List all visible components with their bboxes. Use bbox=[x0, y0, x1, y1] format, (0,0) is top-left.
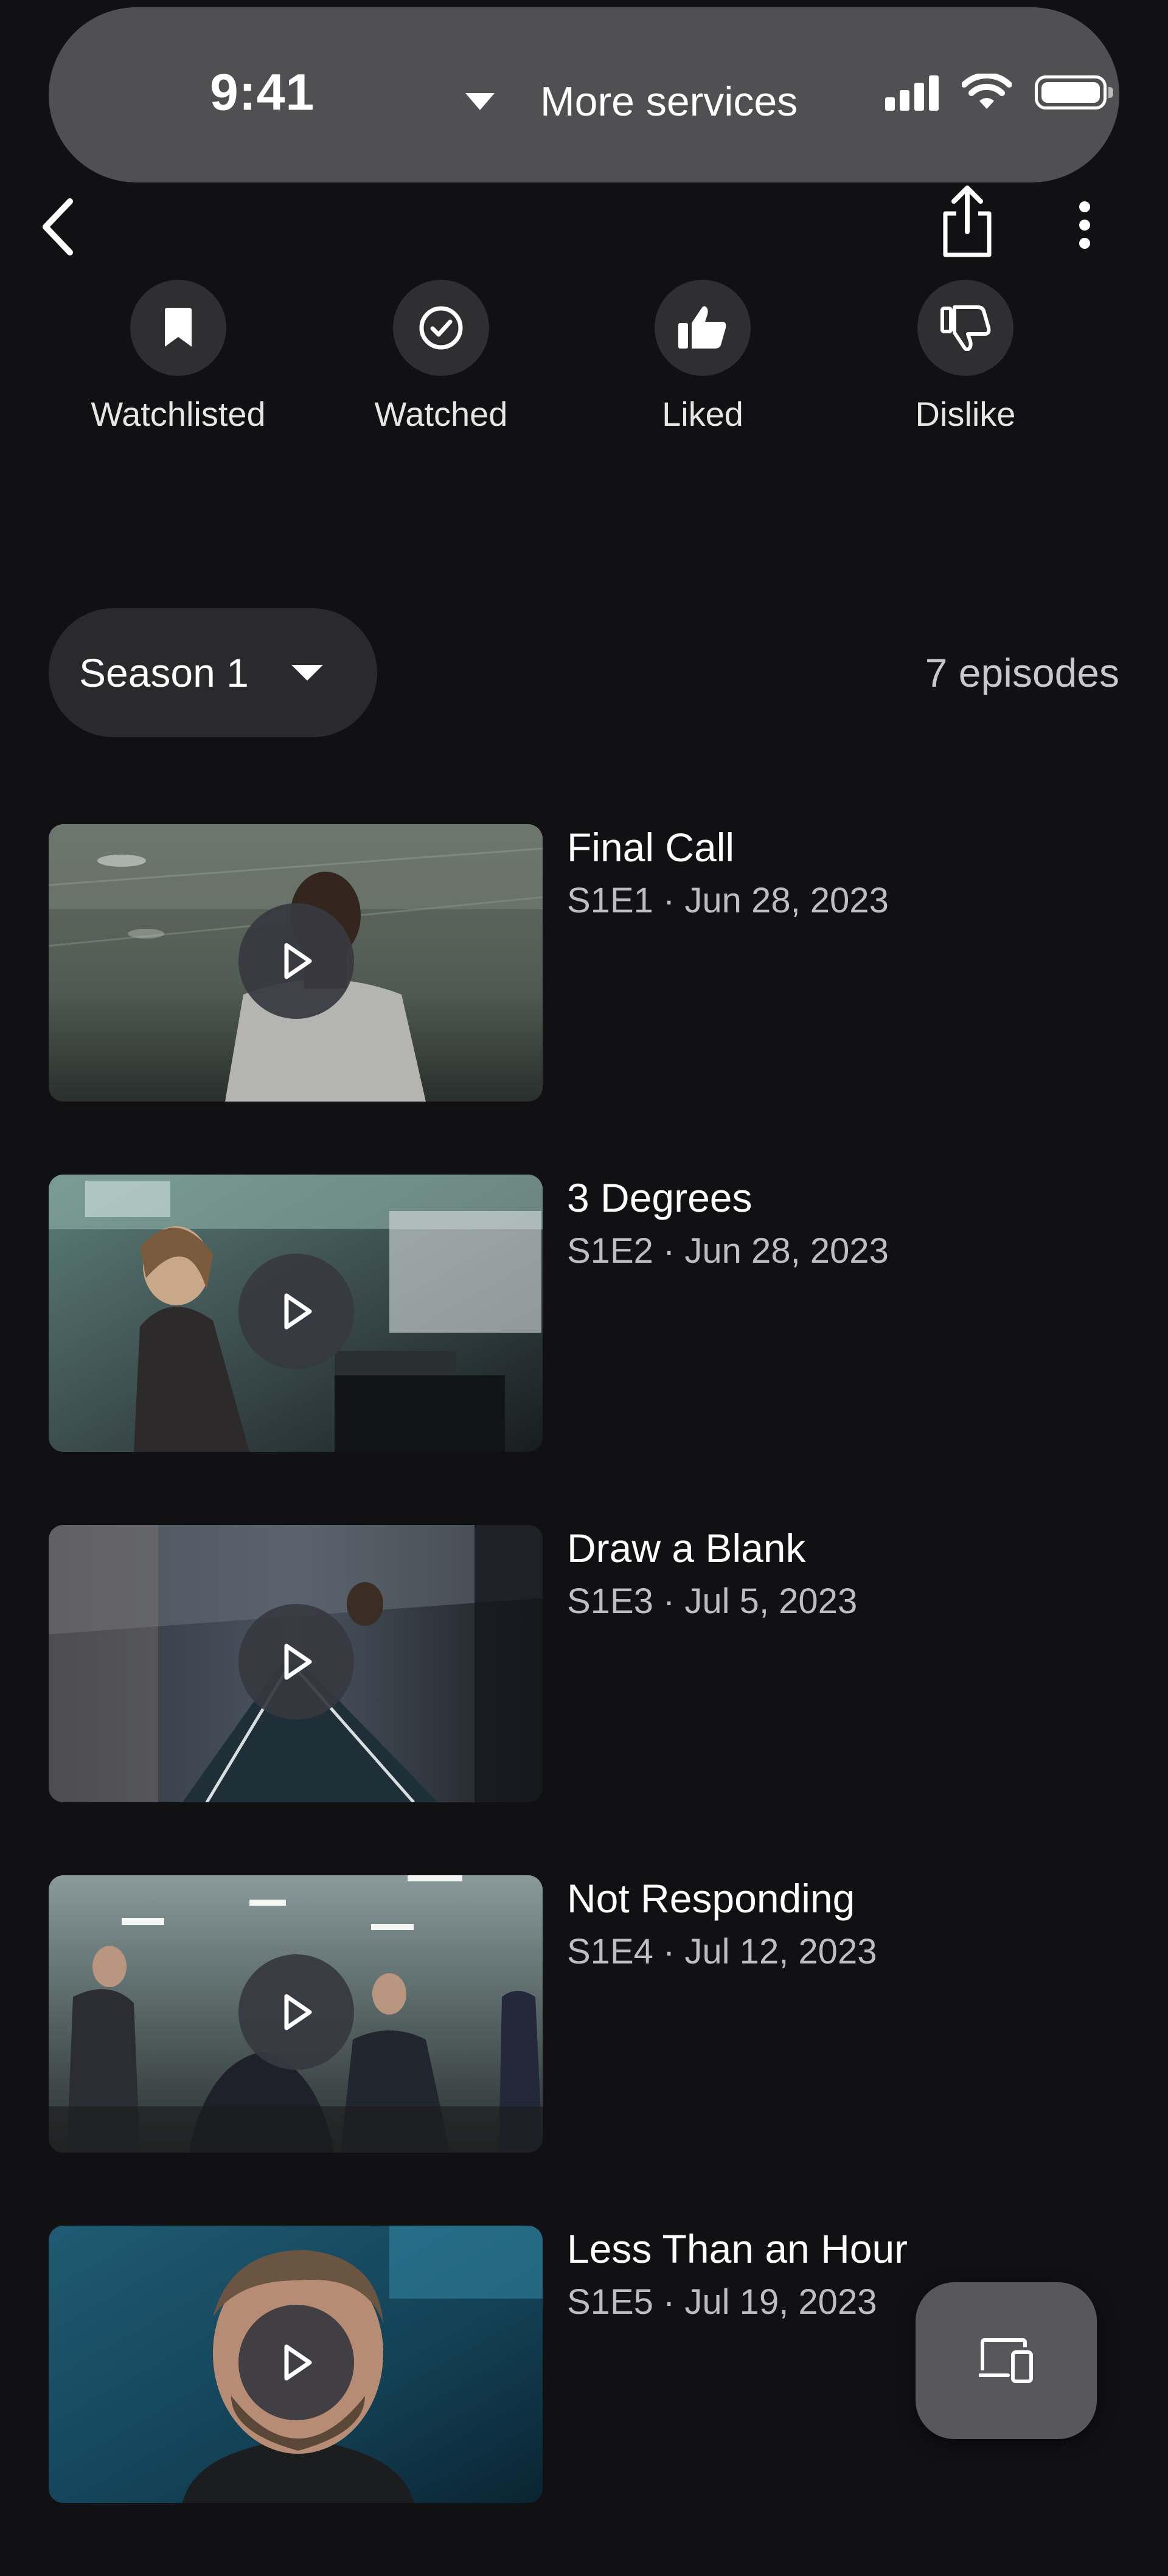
wifi-icon bbox=[962, 74, 1012, 109]
status-icons bbox=[885, 74, 1113, 111]
battery-icon bbox=[1035, 75, 1113, 109]
caret-down-icon bbox=[465, 93, 495, 110]
episode-meta: S1E2 · Jun 28, 2023 bbox=[567, 1231, 889, 1271]
play-icon bbox=[284, 943, 312, 979]
action-circle bbox=[130, 280, 226, 376]
play-icon bbox=[284, 1293, 312, 1330]
share-icon bbox=[943, 185, 992, 257]
episode-thumbnail[interactable] bbox=[49, 1175, 543, 1452]
episode-title[interactable]: Less Than an Hour bbox=[567, 2226, 908, 2272]
watched-label: Watched bbox=[374, 395, 508, 433]
play-button[interactable] bbox=[238, 2305, 354, 2420]
play-button[interactable] bbox=[238, 1954, 354, 2070]
action-circle bbox=[393, 280, 489, 376]
bookmark-icon bbox=[165, 308, 192, 347]
episode-count: 7 episodes bbox=[925, 650, 1119, 695]
episode-thumbnail[interactable] bbox=[49, 1875, 543, 2153]
episode-title[interactable]: Draw a Blank bbox=[567, 1525, 806, 1571]
play-icon bbox=[284, 1994, 312, 2030]
more-services-label: More services bbox=[540, 78, 798, 125]
cast-devices-button[interactable] bbox=[916, 2282, 1097, 2439]
more-vertical-icon bbox=[1079, 201, 1090, 249]
episode-item[interactable]: Not Responding S1E4 · Jul 12, 2023 bbox=[49, 1875, 1119, 2153]
check-circle-icon bbox=[419, 306, 463, 350]
play-button[interactable] bbox=[238, 1604, 354, 1720]
episode-meta: S1E5 · Jul 19, 2023 bbox=[567, 2282, 877, 2322]
episode-meta: S1E1 · Jun 28, 2023 bbox=[567, 881, 889, 920]
episode-thumbnail[interactable] bbox=[49, 2226, 543, 2503]
play-icon bbox=[284, 2344, 312, 2381]
caret-down-icon bbox=[291, 665, 323, 681]
chevron-left-icon bbox=[43, 198, 73, 255]
dislike-button[interactable]: Dislike bbox=[865, 280, 1066, 434]
season-label: Season 1 bbox=[79, 650, 249, 695]
episode-item[interactable]: Draw a Blank S1E3 · Jul 5, 2023 bbox=[49, 1525, 1119, 1802]
episode-thumbnail[interactable] bbox=[49, 824, 543, 1102]
play-icon bbox=[284, 1644, 312, 1680]
play-button[interactable] bbox=[238, 1254, 354, 1369]
status-time: 9:41 bbox=[210, 63, 315, 121]
episode-item[interactable]: Final Call S1E1 · Jun 28, 2023 bbox=[49, 824, 1119, 1102]
share-button[interactable] bbox=[931, 179, 1004, 265]
action-row: Watchlisted Watched Liked Dislike bbox=[0, 280, 1168, 444]
more-options-button[interactable] bbox=[1055, 195, 1114, 255]
episode-thumbnail[interactable] bbox=[49, 1525, 543, 1802]
season-selector[interactable]: Season 1 bbox=[49, 608, 377, 737]
more-services-dropdown[interactable]: More services bbox=[465, 78, 798, 125]
watched-button[interactable]: Watched bbox=[341, 280, 541, 434]
episode-item[interactable]: 3 Degrees S1E2 · Jun 28, 2023 bbox=[49, 1175, 1119, 1452]
cellular-signal-icon bbox=[885, 74, 939, 111]
liked-label: Liked bbox=[662, 395, 743, 433]
episode-meta: S1E3 · Jul 5, 2023 bbox=[567, 1581, 858, 1621]
dislike-label: Dislike bbox=[915, 395, 1016, 433]
thumbs-down-icon bbox=[940, 305, 991, 351]
action-circle bbox=[655, 280, 751, 376]
back-button[interactable] bbox=[24, 193, 91, 260]
episode-title[interactable]: Final Call bbox=[567, 824, 734, 870]
liked-button[interactable]: Liked bbox=[602, 280, 803, 434]
status-pill: 9:41 More services bbox=[49, 7, 1119, 182]
action-circle bbox=[917, 280, 1013, 376]
thumbs-up-icon bbox=[678, 306, 726, 349]
play-button[interactable] bbox=[238, 903, 354, 1019]
episode-meta: S1E4 · Jul 12, 2023 bbox=[567, 1932, 877, 1971]
watchlisted-label: Watchlisted bbox=[91, 395, 266, 433]
episode-title[interactable]: 3 Degrees bbox=[567, 1175, 753, 1221]
episode-title[interactable]: Not Responding bbox=[567, 1875, 855, 1922]
watchlisted-button[interactable]: Watchlisted bbox=[78, 280, 279, 434]
cast-devices-icon bbox=[979, 2338, 1033, 2383]
